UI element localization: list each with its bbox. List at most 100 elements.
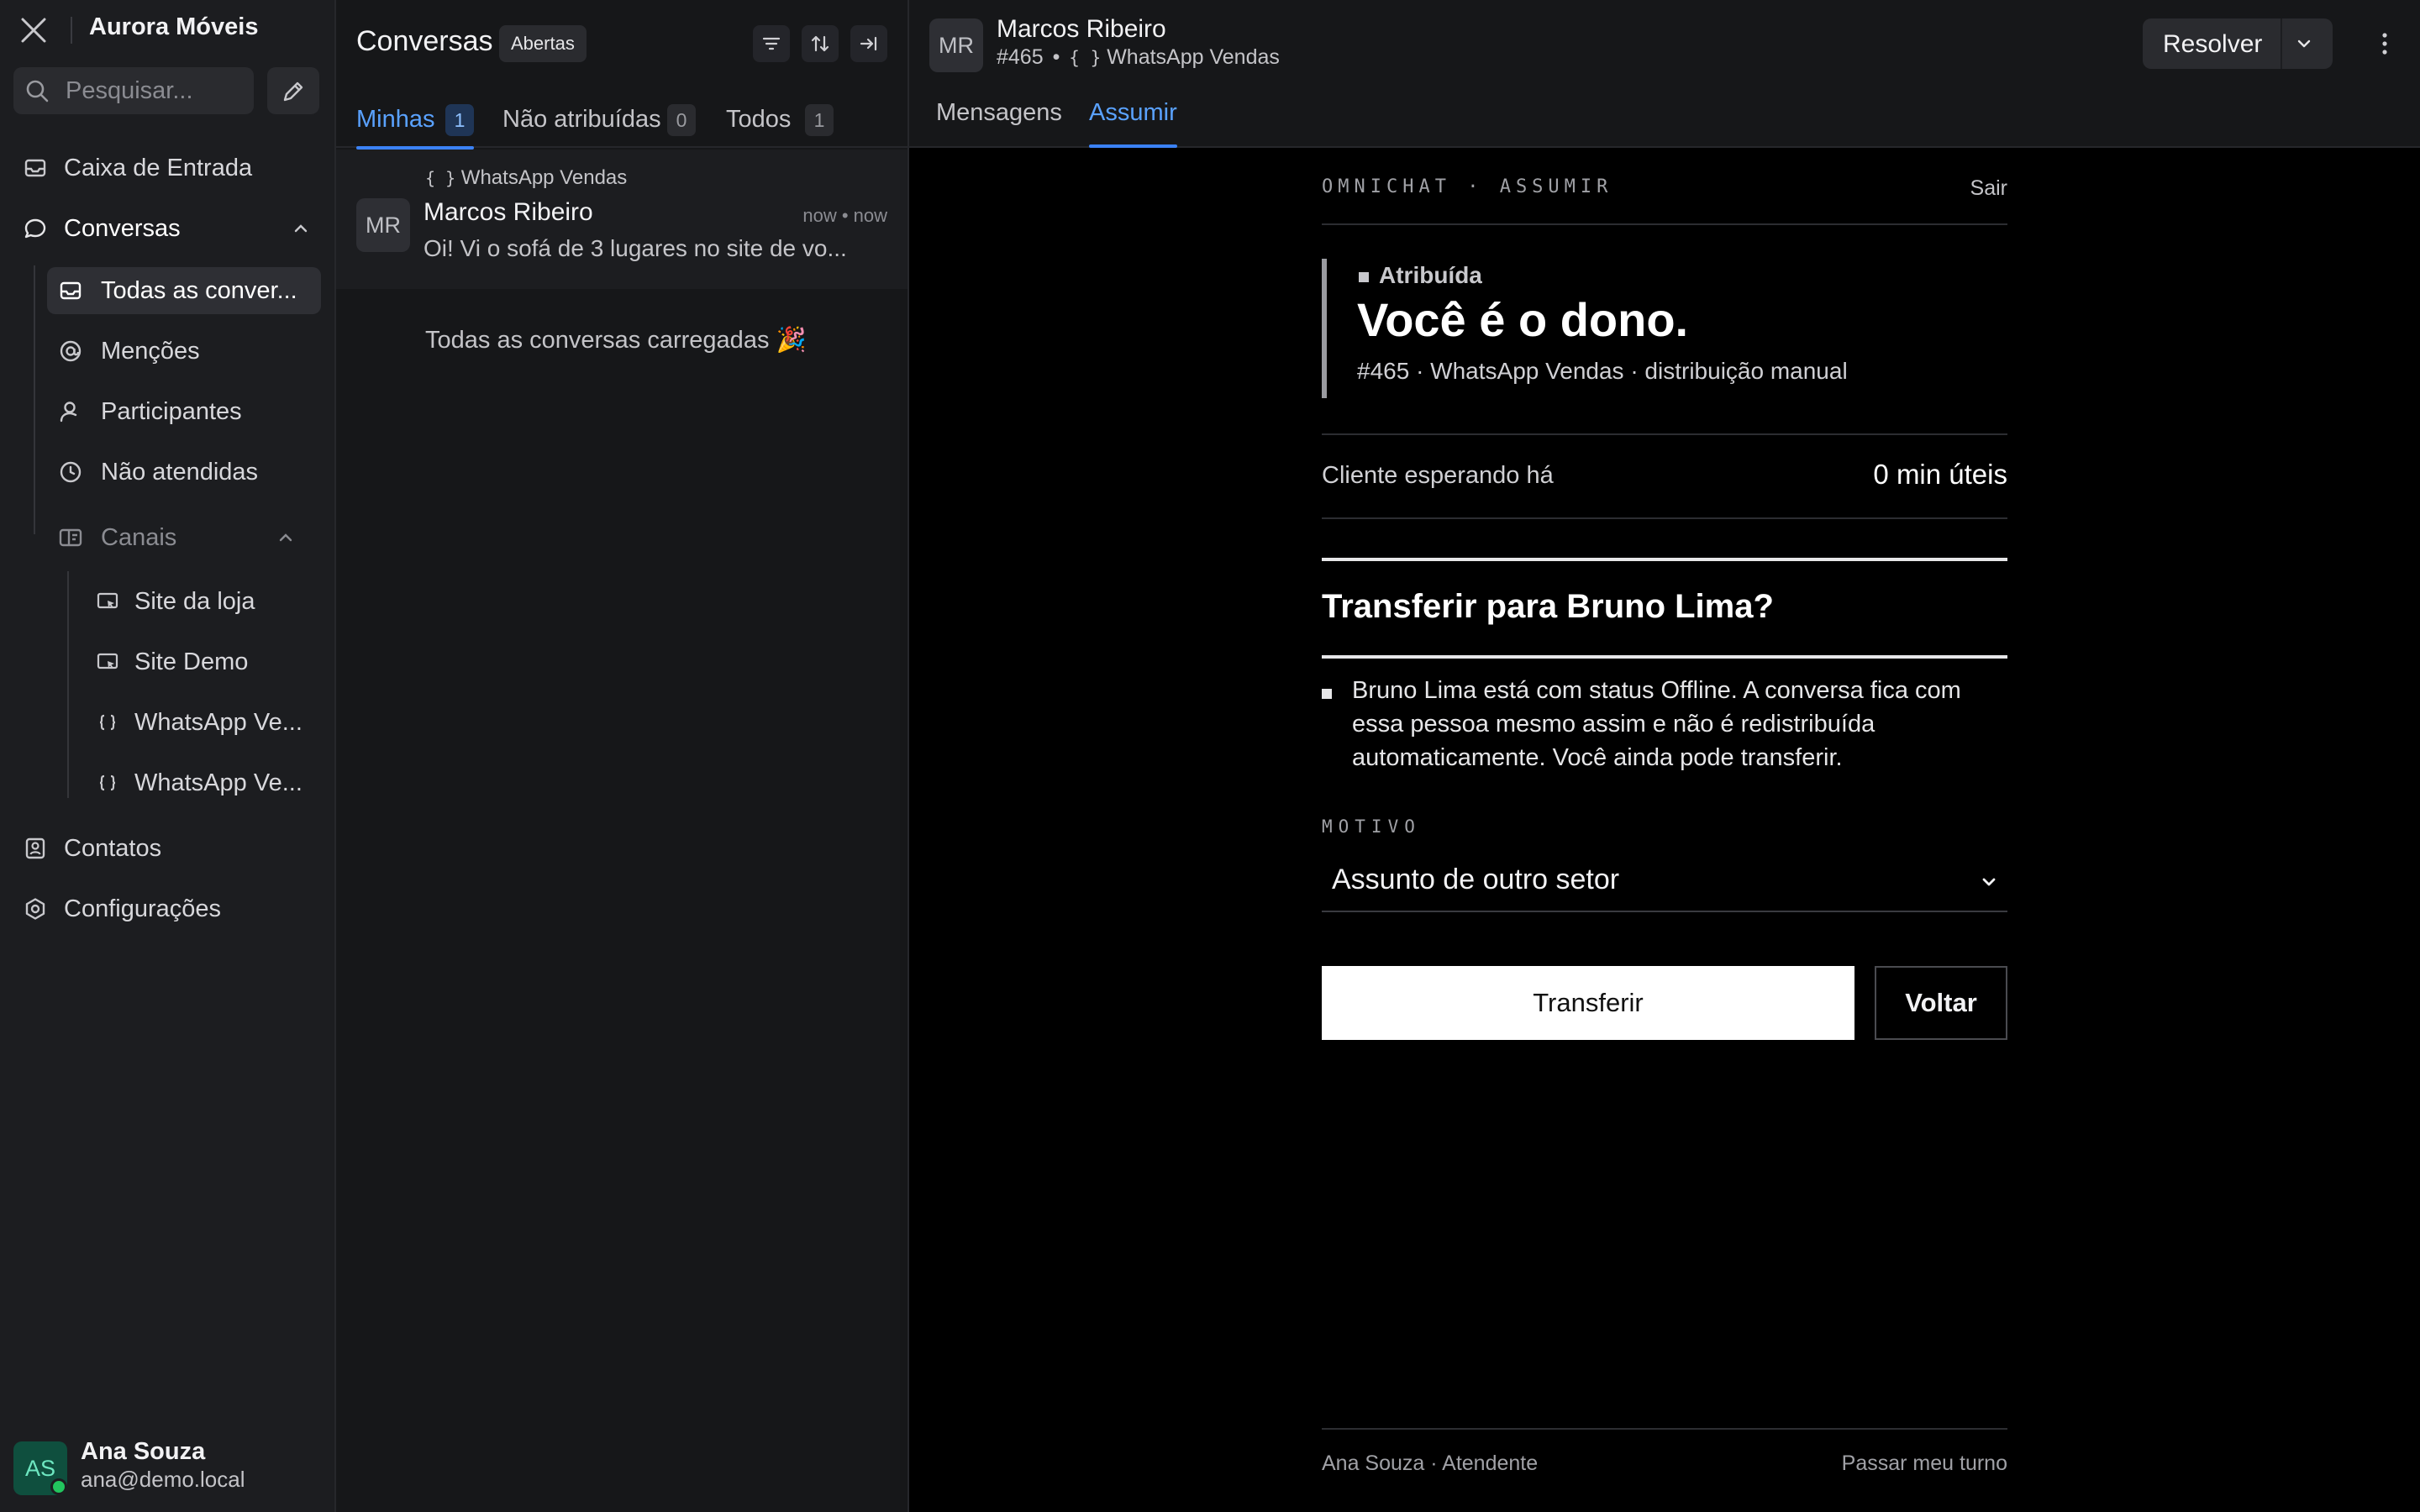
sidebar-item-site-da-loja[interactable]: Site da loja	[84, 578, 321, 625]
chat-bubble-icon	[24, 217, 47, 240]
tab-label: Todos	[726, 106, 792, 133]
current-user[interactable]: AS Ana Souza ana@demo.local	[0, 1428, 336, 1512]
avatar: MR	[929, 18, 983, 72]
divider	[1322, 558, 2007, 561]
pencil-icon	[283, 81, 303, 102]
tab-minhas[interactable]: Minhas 1	[356, 101, 474, 150]
sidebar-item-label: Configurações	[64, 895, 221, 922]
conversation-channel: WhatsApp Vendas	[1107, 45, 1280, 69]
pass-turn-link[interactable]: Passar meu turno	[1842, 1452, 2007, 1476]
sidebar-item-label: Não atendidas	[101, 459, 259, 486]
user-icon	[59, 400, 82, 423]
status-badge: Atribuída	[1379, 262, 1482, 288]
sidebar-item-label: Canais	[101, 524, 177, 551]
close-icon[interactable]	[18, 15, 49, 45]
resolve-button-group: Resolver	[2143, 18, 2333, 69]
sidebar-item-label: Participantes	[101, 398, 242, 425]
tab-count: 1	[445, 104, 474, 136]
conversation-tabs: Minhas 1 Não atribuídas 0 Todos 1	[336, 91, 909, 150]
sidebar-item-settings[interactable]: Configurações	[13, 885, 323, 932]
sort-arrows-icon	[811, 35, 829, 52]
sidebar-item-all-conversations[interactable]: Todas as conver...	[47, 267, 321, 314]
conversation-id: #465	[997, 45, 1044, 69]
at-sign-icon	[59, 339, 82, 363]
tab-nao-atribuidas[interactable]: Não atribuídas 0	[502, 101, 697, 148]
sidebar-item-mentions[interactable]: Menções	[47, 328, 321, 375]
chevron-up-icon[interactable]	[292, 222, 309, 235]
sidebar-item-whatsapp-2[interactable]: WhatsApp Ve...	[84, 759, 321, 806]
arrow-right-to-line-icon	[860, 36, 877, 51]
sidebar-item-whatsapp-1[interactable]: WhatsApp Ve...	[84, 699, 321, 746]
sidebar-item-label: WhatsApp Ve...	[134, 769, 302, 796]
conversation-timestamp: now • now	[802, 205, 887, 226]
conversation-list: Conversas Abertas Minhas 1 Não atribuída…	[336, 0, 909, 1512]
inbox-icon	[24, 156, 47, 180]
online-status-badge	[50, 1478, 67, 1495]
tab-assumir[interactable]: Assumir	[1089, 99, 1177, 148]
sidebar-item-contacts[interactable]: Contatos	[13, 825, 323, 872]
back-button[interactable]: Voltar	[1875, 966, 2007, 1040]
all-loaded-message: Todas as conversas carregadas 🎉	[425, 327, 807, 354]
chevron-down-icon[interactable]	[2294, 34, 2314, 54]
square-bullet-icon	[1322, 689, 1332, 699]
transfer-button[interactable]: Transferir	[1322, 966, 1854, 1040]
compose-button[interactable]	[267, 67, 319, 114]
inbox-icon	[59, 279, 82, 302]
sidebar-item-label: Caixa de Entrada	[64, 155, 253, 181]
sidebar-item-participants[interactable]: Participantes	[47, 388, 321, 435]
sidebar-item-inbox[interactable]: Caixa de Entrada	[13, 144, 323, 192]
reason-select[interactable]: Assunto de outro setor	[1322, 848, 2007, 912]
resolve-button[interactable]: Resolver	[2163, 30, 2262, 59]
search-input[interactable]: Pesquisar...	[13, 67, 254, 114]
tab-label: Minhas	[356, 106, 435, 133]
tab-label: Mensagens	[936, 99, 1062, 126]
contact-name: Marcos Ribeiro	[424, 198, 593, 226]
conversation-list-title: Conversas	[356, 25, 493, 57]
kebab-menu-icon	[2382, 33, 2387, 55]
tab-count: 1	[805, 104, 834, 136]
transfer-question: Transferir para Bruno Lima?	[1322, 588, 1774, 625]
conversation-header: MR Marcos Ribeiro #465 • { } WhatsApp Ve…	[909, 0, 2420, 148]
divider	[71, 17, 72, 44]
collapse-panel-button[interactable]	[850, 25, 887, 62]
sidebar-item-label: Conversas	[64, 215, 181, 242]
sidebar-item-label: Site da loja	[134, 588, 255, 615]
tab-label: Assumir	[1089, 99, 1177, 126]
sort-button[interactable]	[802, 25, 839, 62]
status-filter-badge[interactable]: Abertas	[499, 25, 587, 62]
divider	[1322, 1428, 2007, 1430]
conversation-card[interactable]: { } WhatsApp Vendas MR Marcos Ribeiro no…	[336, 150, 908, 289]
reason-label: MOTIVO	[1322, 816, 1421, 837]
api-braces-icon: { }	[1069, 48, 1102, 68]
filter-button[interactable]	[753, 25, 790, 62]
tab-count: 0	[667, 104, 696, 136]
ownership-status: Atribuída Você é o dono. #465 · WhatsApp…	[1322, 259, 2007, 398]
tab-mensagens[interactable]: Mensagens	[936, 99, 1062, 148]
sidebar-item-label: Menções	[101, 338, 200, 365]
tab-todos[interactable]: Todos 1	[726, 101, 837, 148]
assume-panel: OMNICHAT · ASSUMIR Sair Atribuída Você é…	[1322, 148, 2007, 1512]
exit-link[interactable]: Sair	[1970, 176, 2007, 201]
message-preview: Oi! Vi o sofá de 3 lugares no site de vo…	[424, 235, 847, 261]
channels-icon	[59, 526, 82, 549]
sidebar-item-site-demo[interactable]: Site Demo	[84, 638, 321, 685]
sidebar-item-label: Site Demo	[134, 648, 249, 675]
more-options-button[interactable]	[2368, 25, 2402, 62]
divider	[1322, 517, 2007, 519]
square-bullet-icon	[1359, 272, 1369, 282]
waiting-value: 0 min úteis	[1873, 459, 2007, 490]
tree-line	[67, 571, 69, 798]
sidebar-item-unattended[interactable]: Não atendidas	[47, 449, 321, 496]
divider	[1322, 433, 2007, 435]
transfer-warning: Bruno Lima está com status Offline. A co…	[1352, 677, 1961, 771]
chevron-up-icon[interactable]	[277, 531, 294, 544]
contact-name: Marcos Ribeiro	[997, 15, 1166, 43]
sidebar-item-conversations[interactable]: Conversas	[13, 205, 323, 252]
avatar: MR	[356, 198, 410, 252]
divider	[1322, 223, 2007, 225]
web-widget-icon	[96, 650, 119, 674]
sidebar-item-channels[interactable]: Canais	[47, 514, 321, 561]
divider	[1322, 655, 2007, 659]
ownership-title: Você é o dono.	[1357, 293, 1689, 346]
user-name: Ana Souza	[81, 1438, 206, 1465]
